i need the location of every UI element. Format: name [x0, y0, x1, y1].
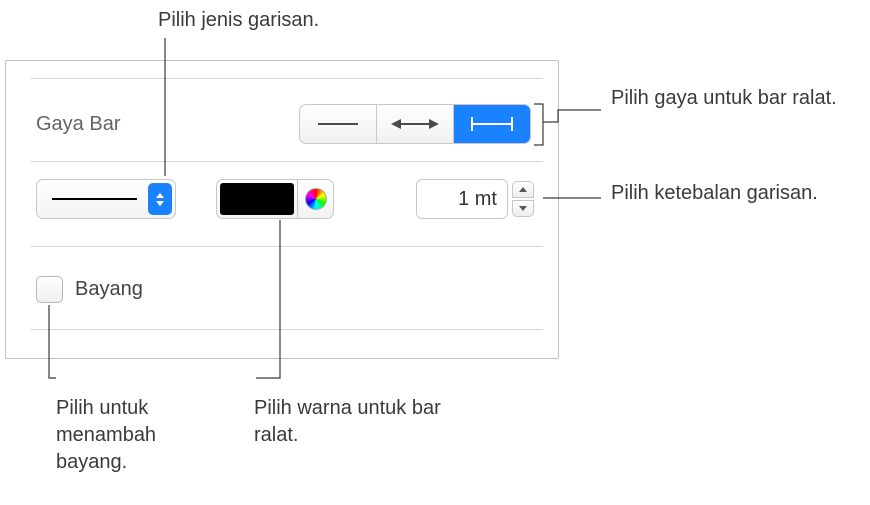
color-picker-button[interactable] — [297, 180, 333, 218]
thickness-field[interactable]: 1 mt — [416, 179, 508, 219]
callout-shadow: Pilih untuk menambah bayang. — [56, 395, 216, 476]
stepper-down-button[interactable] — [512, 200, 534, 217]
divider — [31, 329, 543, 330]
color-swatch[interactable] — [220, 183, 294, 215]
shadow-checkbox[interactable] — [36, 276, 63, 303]
divider — [31, 78, 543, 79]
line-color-well[interactable] — [216, 179, 334, 219]
shadow-row: Bayang — [36, 276, 143, 303]
inspector-panel: Gaya Bar — [5, 60, 559, 359]
stepper-buttons — [512, 179, 534, 219]
bar-style-cap[interactable] — [454, 105, 530, 143]
callout-color: Pilih warna untuk bar ralat. — [254, 395, 454, 449]
bar-style-segmented[interactable] — [299, 104, 531, 144]
callout-thickness: Pilih ketebalan garisan. — [611, 180, 818, 207]
bar-style-line[interactable] — [300, 105, 377, 143]
callout-line-type: Pilih jenis garisan. — [158, 7, 319, 34]
divider — [31, 246, 543, 247]
stepper-up-button[interactable] — [512, 181, 534, 198]
section-label: Gaya Bar — [36, 113, 120, 136]
shadow-label: Bayang — [75, 278, 143, 301]
triangle-up-icon — [519, 187, 527, 192]
line-arrow-icon — [389, 114, 441, 134]
line-type-popup[interactable] — [36, 179, 176, 219]
line-cap-icon — [466, 114, 518, 134]
divider — [31, 161, 543, 162]
line-solid-icon — [52, 198, 137, 200]
bar-style-arrow[interactable] — [377, 105, 454, 143]
chevron-updown-icon — [148, 183, 172, 215]
color-wheel-icon — [305, 188, 327, 210]
callout-bar-style: Pilih gaya untuk bar ralat. — [611, 85, 837, 112]
thickness-stepper: 1 mt — [416, 179, 534, 219]
triangle-down-icon — [519, 206, 527, 211]
line-plain-icon — [314, 114, 362, 134]
